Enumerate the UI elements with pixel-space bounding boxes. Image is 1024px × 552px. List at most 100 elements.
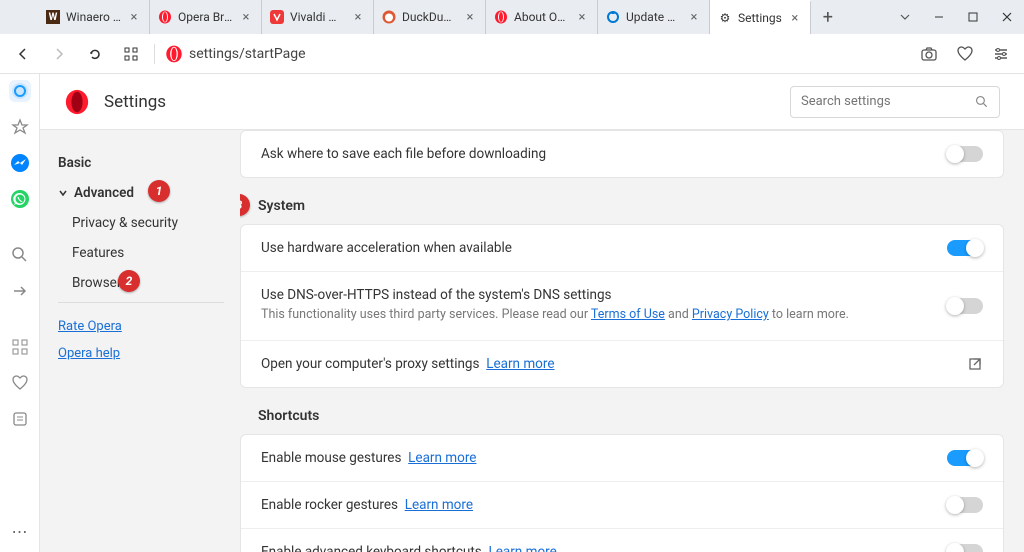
back-button[interactable] xyxy=(10,41,36,67)
tab-update[interactable]: Update & Reco × xyxy=(598,0,710,34)
row-label: Enable advanced keyboard shortcuts Learn… xyxy=(261,544,933,552)
heart-button[interactable] xyxy=(952,41,978,67)
section-label: System xyxy=(258,198,305,214)
terms-link[interactable]: Terms of Use xyxy=(591,307,665,322)
snapshot-button[interactable] xyxy=(916,41,942,67)
favicon-opera xyxy=(158,10,172,24)
learn-more-link[interactable]: Learn more xyxy=(488,544,556,552)
row-label: Enable rocker gestures Learn more xyxy=(261,497,933,513)
sidebar-item-basic[interactable]: Basic xyxy=(58,148,224,178)
row-kb-shortcuts: Enable advanced keyboard shortcuts Learn… xyxy=(241,529,1003,552)
privacy-link[interactable]: Privacy Policy xyxy=(692,307,769,322)
row-ask-save: Ask where to save each file before downl… xyxy=(241,131,1003,177)
tab-vivaldi[interactable]: Vivaldi — The × xyxy=(262,0,374,34)
row-dns-https: Use DNS-over-HTTPS instead of the system… xyxy=(241,272,1003,341)
toggle-kb-shortcuts[interactable] xyxy=(947,544,983,552)
tab-opera[interactable]: Opera Browser × xyxy=(150,0,262,34)
row-label: Use hardware acceleration when available xyxy=(261,240,933,256)
tab-duckduckgo[interactable]: DuckDuckGo — × xyxy=(374,0,486,34)
gear-icon: ⚙ xyxy=(718,11,732,25)
sidebar-item-privacy[interactable]: Privacy & security xyxy=(58,208,224,238)
opera-logo-icon xyxy=(64,89,90,115)
toolbar: settings/startPage xyxy=(0,34,1024,74)
row-label: Enable mouse gestures Learn more xyxy=(261,450,933,466)
close-icon[interactable]: × xyxy=(463,10,477,24)
external-link-icon xyxy=(967,356,983,372)
tabs-row: W Winaero - Free × Opera Browser × Vival… xyxy=(38,0,888,34)
maximize-button[interactable] xyxy=(956,0,990,34)
learn-more-link[interactable]: Learn more xyxy=(405,497,473,513)
rail-news-icon[interactable] xyxy=(9,408,31,430)
tab-settings[interactable]: ⚙ Settings × xyxy=(710,0,811,34)
row-mouse-gestures: Enable mouse gestures Learn more xyxy=(241,435,1003,482)
toggle-dns-https[interactable] xyxy=(947,298,983,314)
tab-title: Opera Browser xyxy=(178,10,233,24)
rail-workspaces-icon[interactable] xyxy=(9,336,31,358)
new-tab-button[interactable]: + xyxy=(811,0,845,34)
speed-dial-button[interactable] xyxy=(118,41,144,67)
rail-flow-icon[interactable] xyxy=(9,280,31,302)
rail-search-icon[interactable] xyxy=(9,244,31,266)
search-settings[interactable] xyxy=(790,86,1000,118)
sidebar-label: Advanced xyxy=(74,185,134,201)
tab-about-opera[interactable]: About Opera × xyxy=(486,0,598,34)
rail-messenger-icon[interactable] xyxy=(9,152,31,174)
chevron-down-icon xyxy=(58,188,68,198)
row-label: Use DNS-over-HTTPS instead of the system… xyxy=(261,287,933,325)
toggle-ask-save[interactable] xyxy=(947,146,983,162)
minimize-button[interactable] xyxy=(922,0,956,34)
favicon-ddg xyxy=(382,10,396,24)
sidebar-item-features[interactable]: Features xyxy=(58,238,224,268)
opera-help-link[interactable]: Opera help xyxy=(58,340,224,367)
dns-subtext: This functionality uses third party serv… xyxy=(261,306,933,325)
toggle-rocker-gestures[interactable] xyxy=(947,497,983,513)
rail-bookmarks-icon[interactable] xyxy=(9,116,31,138)
left-rail: ⋯ xyxy=(0,74,40,552)
row-proxy[interactable]: Open your computer's proxy settings Lear… xyxy=(241,341,1003,387)
close-icon[interactable]: × xyxy=(687,10,701,24)
rail-more-icon[interactable]: ⋯ xyxy=(9,520,31,542)
reload-button[interactable] xyxy=(82,41,108,67)
annotation-badge-1: 1 xyxy=(148,180,170,202)
favicon-vivaldi xyxy=(270,10,284,24)
sidebar-item-browser[interactable]: Browser 2 xyxy=(58,268,224,298)
row-rocker-gestures: Enable rocker gestures Learn more xyxy=(241,482,1003,529)
close-icon[interactable]: × xyxy=(575,10,589,24)
settings-page: Settings Basic Advanced 1 Privacy & secu… xyxy=(40,74,1024,552)
learn-more-link[interactable]: Learn more xyxy=(408,450,476,466)
close-window-button[interactable] xyxy=(990,0,1024,34)
toggle-hw-accel[interactable] xyxy=(947,240,983,256)
search-icon xyxy=(975,94,989,110)
page-header: Settings xyxy=(40,74,1024,130)
rail-heart-icon[interactable] xyxy=(9,372,31,394)
settings-content[interactable]: Ask where to save each file before downl… xyxy=(240,130,1024,552)
divider xyxy=(58,302,224,303)
tab-title: Update & Reco xyxy=(626,10,681,24)
close-icon[interactable]: × xyxy=(788,11,802,25)
favicon-opera xyxy=(494,10,508,24)
workspace: ⋯ Settings Basic Advanced 1 Privacy & se… xyxy=(0,74,1024,552)
caret-down-icon[interactable] xyxy=(888,0,922,34)
forward-button[interactable] xyxy=(46,41,72,67)
rail-home-icon[interactable] xyxy=(9,80,31,102)
opera-icon xyxy=(165,45,183,63)
search-input[interactable] xyxy=(801,94,967,109)
annotation-badge-3: 3 xyxy=(240,194,250,216)
rate-opera-link[interactable]: Rate Opera xyxy=(58,313,224,340)
close-icon[interactable]: × xyxy=(127,10,141,24)
row-hw-accel: Use hardware acceleration when available xyxy=(241,225,1003,272)
toggle-mouse-gestures[interactable] xyxy=(947,450,983,466)
tab-winaero[interactable]: W Winaero - Free × xyxy=(38,0,150,34)
close-icon[interactable]: × xyxy=(351,10,365,24)
address-text: settings/startPage xyxy=(189,46,306,62)
tab-title: Settings xyxy=(738,11,782,25)
close-icon[interactable]: × xyxy=(239,10,253,24)
system-card: Use hardware acceleration when available… xyxy=(240,224,1004,388)
sidebar-item-advanced[interactable]: Advanced 1 xyxy=(58,178,224,208)
page-title: Settings xyxy=(104,92,776,112)
tab-title: Winaero - Free xyxy=(66,10,121,24)
easy-setup-button[interactable] xyxy=(988,41,1014,67)
learn-more-link[interactable]: Learn more xyxy=(486,356,554,372)
rail-whatsapp-icon[interactable] xyxy=(9,188,31,210)
address-bar[interactable]: settings/startPage xyxy=(165,45,906,63)
